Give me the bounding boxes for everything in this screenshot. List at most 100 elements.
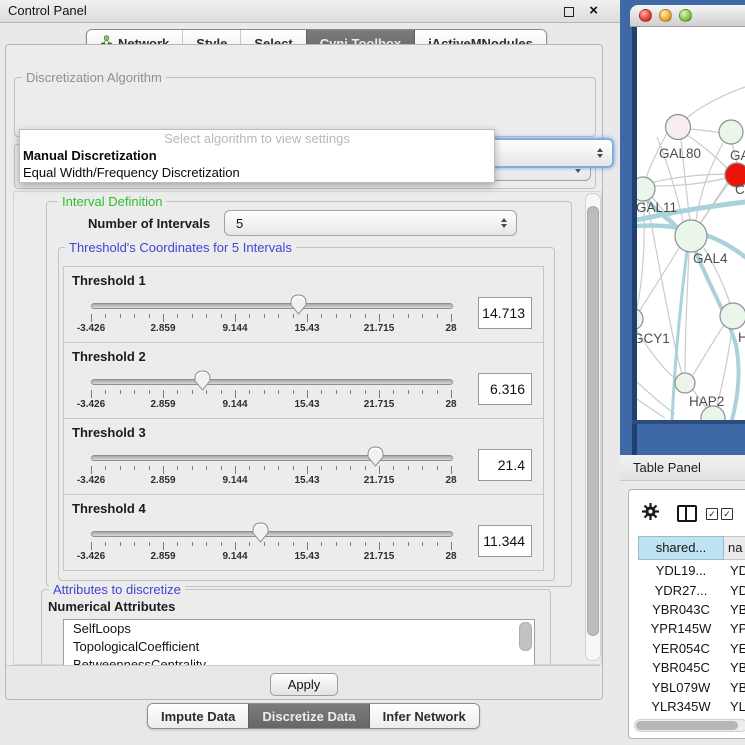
cell-name[interactable]: YDL1 <box>724 563 745 578</box>
threshold-panels: Threshold 1-3.4262.8599.14415.4321.71528… <box>63 267 544 571</box>
table-row[interactable]: YDL19...YDL1 <box>638 561 745 580</box>
checkbox-icon[interactable]: ✓ <box>721 508 733 520</box>
apply-button[interactable]: Apply <box>270 673 338 696</box>
column-header-name[interactable]: na <box>724 536 745 560</box>
threshold-value-field[interactable]: 6.316 <box>478 373 532 405</box>
gear-icon[interactable] <box>642 503 659 520</box>
slider-tick <box>408 542 409 546</box>
slider-tick-label: 21.715 <box>357 399 401 410</box>
numerical-attributes-list[interactable]: SelfLoopsTopologicalCoefficientBetweenne… <box>63 619 535 666</box>
slider-tick <box>177 466 178 470</box>
slider-tick <box>393 466 394 470</box>
threshold-label: Threshold 3 <box>72 425 146 440</box>
cyni-toolbox-panel: Discretization Algorithm Select algorith… <box>5 44 603 700</box>
slider-track[interactable] <box>91 379 453 385</box>
table-horizontal-scrollbar-thumb[interactable] <box>636 721 738 730</box>
panel-vertical-scrollbar[interactable] <box>585 193 601 661</box>
attribute-list-item[interactable]: TopologicalCoefficient <box>64 638 534 656</box>
threshold-value-field[interactable]: 11.344 <box>478 525 532 557</box>
network-node-GAL11[interactable] <box>637 177 655 201</box>
cell-name[interactable]: YBR0 <box>724 660 745 675</box>
slider-tick <box>293 466 294 470</box>
cell-shared-name[interactable]: YDL19... <box>638 563 724 578</box>
number-of-intervals-label: Number of Intervals <box>88 216 210 231</box>
network-node-HAP2[interactable] <box>675 373 695 393</box>
slider-tick-label: -3.426 <box>69 323 113 334</box>
network-node-label: C <box>735 182 745 197</box>
network-node-H-partial[interactable] <box>720 303 745 329</box>
cell-shared-name[interactable]: YPR145W <box>638 621 724 636</box>
slider-tick <box>91 390 92 398</box>
network-node-GAL4[interactable] <box>675 220 707 252</box>
slider-tick-label: 28 <box>429 551 473 562</box>
dropdown-option[interactable]: Manual Discretization <box>20 147 494 164</box>
network-node-GCY1[interactable] <box>637 308 643 330</box>
slider-tick <box>264 314 265 318</box>
attribute-list-item[interactable]: SelfLoops <box>64 620 534 638</box>
checkbox-icon[interactable]: ✓ <box>706 508 718 520</box>
tab-infer-network[interactable]: Infer Network <box>369 704 479 728</box>
numerical-attributes-label: Numerical Attributes <box>48 599 175 614</box>
network-canvas[interactable]: GAL80GACGAL11GAL4GCY1HHAP2 <box>637 27 745 420</box>
slider-thumb[interactable] <box>288 293 309 316</box>
dropdown-option[interactable]: Equal Width/Frequency Discretization <box>20 164 494 181</box>
cell-name[interactable]: YPR1 <box>724 621 745 636</box>
table-row[interactable]: YER054CYER0 <box>638 639 745 658</box>
slider-track[interactable] <box>91 455 453 461</box>
threshold-value-field[interactable]: 14.713 <box>478 297 532 329</box>
slider-thumb[interactable] <box>250 521 271 544</box>
slider-tick <box>221 314 222 318</box>
threshold-value-field[interactable]: 21.4 <box>478 449 532 481</box>
slider-tick <box>249 314 250 318</box>
cell-name[interactable]: YBL0 <box>724 680 745 695</box>
slider-track[interactable] <box>91 531 453 537</box>
window-minimize-button[interactable] <box>659 9 672 22</box>
application-root: Control Panel × NetworkStyleSelectCyni T… <box>0 0 745 745</box>
number-of-intervals-spinner[interactable]: 5 <box>224 210 517 236</box>
network-node-label: HAP2 <box>689 394 724 409</box>
cell-name[interactable]: YER0 <box>724 641 745 656</box>
table-horizontal-scrollbar[interactable] <box>634 719 745 732</box>
cell-shared-name[interactable]: YBL079W <box>638 680 724 695</box>
split-columns-icon[interactable] <box>677 505 697 522</box>
cell-name[interactable]: YLR3 <box>724 699 745 714</box>
slider-thumb[interactable] <box>192 369 213 392</box>
table-row[interactable]: YBL079WYBL0 <box>638 677 745 696</box>
list-scrollbar-thumb[interactable] <box>519 622 532 651</box>
slider-tick <box>379 314 380 322</box>
algorithm-groupbox <box>14 77 596 137</box>
column-header-shared-name[interactable]: shared... <box>638 536 724 560</box>
cell-shared-name[interactable]: YBR043C <box>638 602 724 617</box>
window-close-button[interactable] <box>639 9 652 22</box>
table-row[interactable]: YPR145WYPR1 <box>638 619 745 638</box>
table-row[interactable]: YDR27...YDR2 <box>638 580 745 599</box>
cell-name[interactable]: YBR0 <box>724 602 745 617</box>
window-zoom-button[interactable] <box>679 9 692 22</box>
slider-tick <box>134 466 135 470</box>
table-row[interactable]: YBR045CYBR0 <box>638 658 745 677</box>
window-inner-edge-bottom <box>632 420 745 424</box>
cell-shared-name[interactable]: YBR045C <box>638 660 724 675</box>
spinner-arrows-icon <box>501 218 507 228</box>
network-node-GA-partial[interactable] <box>719 120 743 144</box>
cell-name[interactable]: YDR2 <box>724 583 745 598</box>
cell-shared-name[interactable]: YDR27... <box>638 583 724 598</box>
cell-shared-name[interactable]: YLR345W <box>638 699 724 714</box>
tab-discretize-data[interactable]: Discretize Data <box>248 704 368 728</box>
slider-track[interactable] <box>91 303 453 309</box>
cell-shared-name[interactable]: YER054C <box>638 641 724 656</box>
table-row[interactable]: YLR345WYLR3 <box>638 697 745 716</box>
float-panel-icon[interactable] <box>564 7 574 17</box>
panel-vertical-scrollbar-thumb[interactable] <box>587 206 599 636</box>
network-node-label: GAL11 <box>637 200 677 215</box>
slider-tick <box>350 466 351 470</box>
control-panel-title: Control Panel <box>8 0 87 22</box>
network-node-GAL80[interactable] <box>666 115 691 140</box>
slider-tick-label: 9.144 <box>213 475 257 486</box>
close-panel-icon[interactable]: × <box>589 1 598 21</box>
slider-tick <box>437 314 438 318</box>
slider-tick <box>235 466 236 474</box>
tab-impute-data[interactable]: Impute Data <box>148 704 248 728</box>
slider-thumb[interactable] <box>365 445 386 468</box>
table-row[interactable]: YBR043CYBR0 <box>638 600 745 619</box>
